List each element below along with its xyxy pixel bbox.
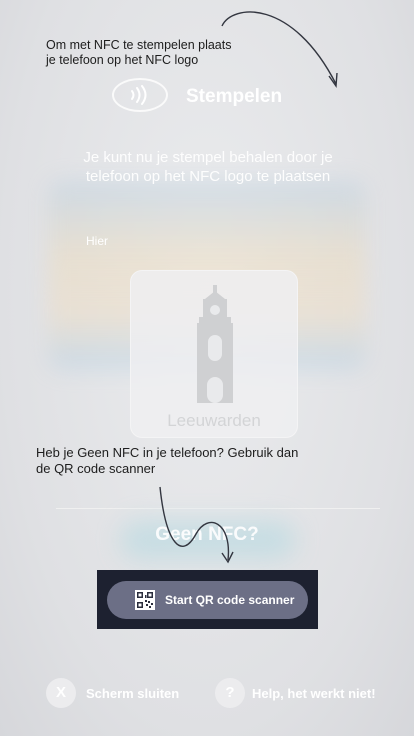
arrow-bottom [159,486,230,561]
arrow-top [221,11,337,85]
arrow-bottom-head [221,551,234,564]
hint-arrows [159,11,338,564]
